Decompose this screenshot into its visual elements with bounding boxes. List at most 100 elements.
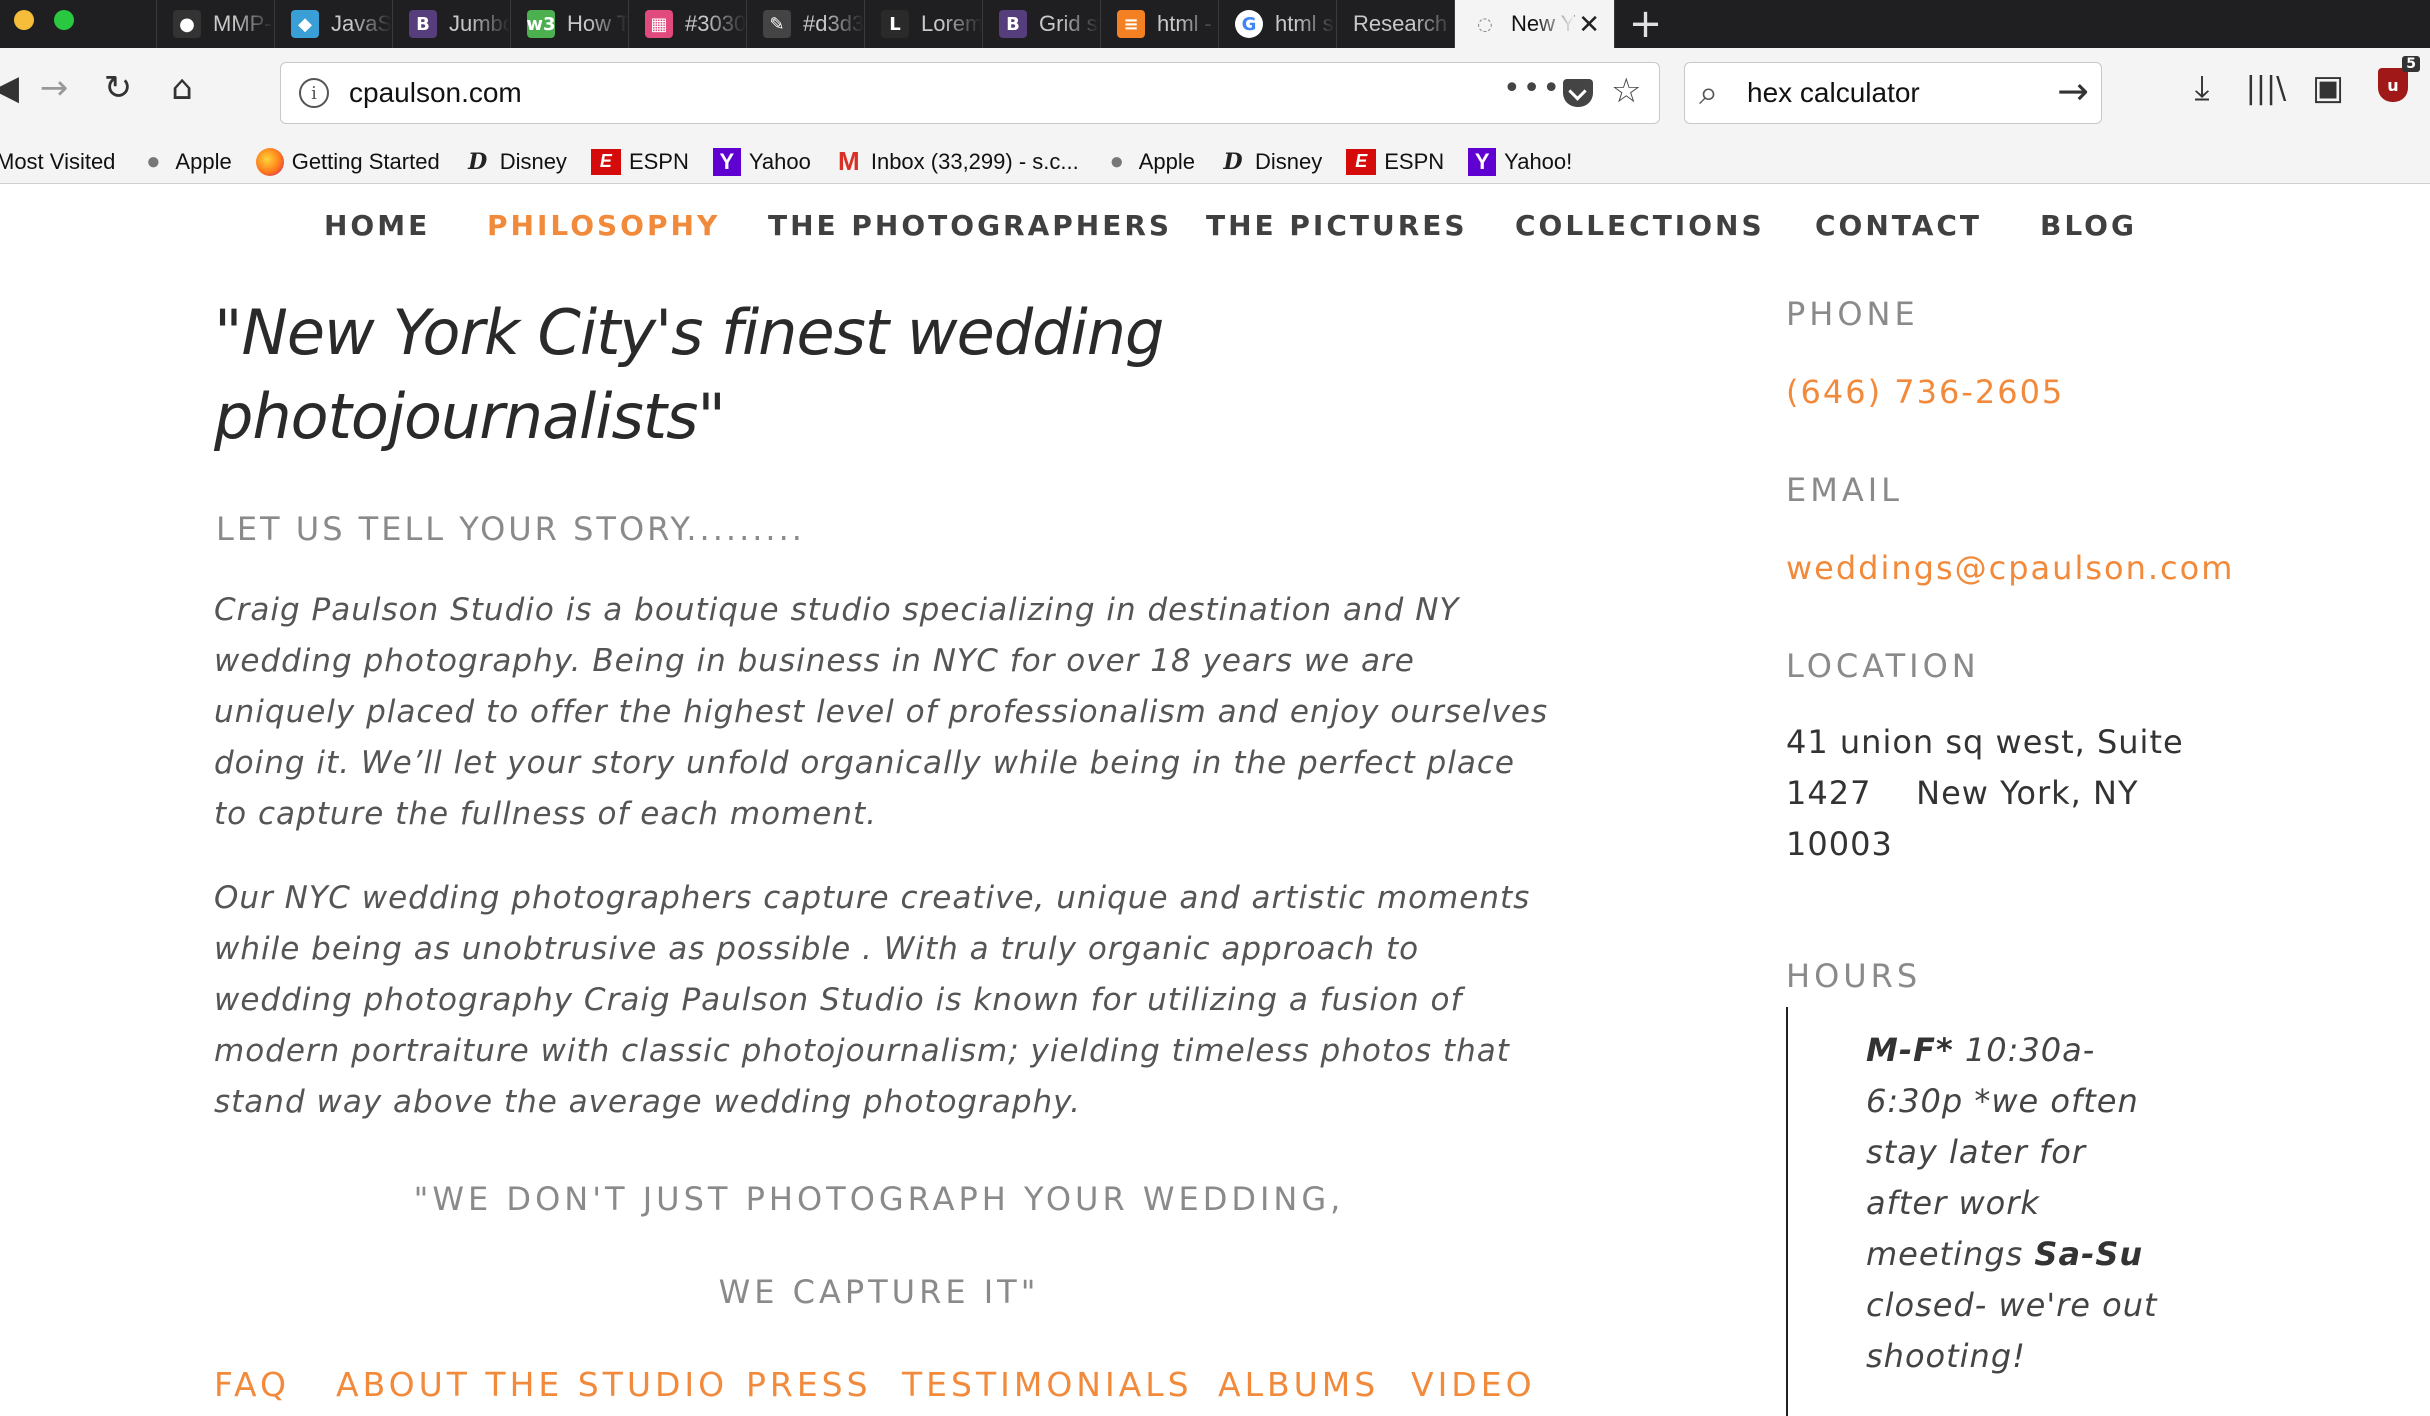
address-bar[interactable]: i cpaulson.com ••• ☆ — [280, 62, 1660, 124]
color-grid-icon: ▦ — [645, 10, 673, 38]
pocket-icon[interactable] — [1563, 79, 1593, 107]
disney-icon: D — [468, 148, 488, 175]
browser-tab[interactable]: ▦#303030 — [628, 0, 746, 48]
page-headline: "New York City's finest wedding photojou… — [214, 296, 1164, 453]
navigation-toolbar: ◀ → ↻ ⌂ i cpaulson.com ••• ☆ ⌕ hex calcu… — [0, 48, 2430, 140]
link-testimonials[interactable]: TESTIMONIALS — [902, 1365, 1193, 1404]
bookmark-item[interactable]: ● Apple — [139, 147, 232, 176]
hours-heading: HOURS — [1786, 957, 1922, 995]
link-faq[interactable]: FAQ — [214, 1365, 290, 1404]
tab-fade — [706, 0, 746, 48]
w3schools-icon: w3 — [526, 10, 556, 38]
bootstrap-icon: B — [409, 10, 437, 38]
nav-contact[interactable]: CONTACT — [1815, 209, 1982, 242]
bookmark-item[interactable]: ● Apple — [1103, 148, 1195, 176]
back-icon[interactable]: ◀ — [0, 68, 26, 108]
browser-tab[interactable]: Research Site — [1336, 0, 1454, 48]
bookmark-item[interactable]: D Disney — [464, 148, 567, 176]
email-link[interactable]: weddings@cpaulson.com — [1786, 549, 2234, 587]
url-text[interactable]: cpaulson.com — [349, 77, 522, 109]
tab-fade — [1178, 0, 1218, 48]
browser-tab[interactable]: Ghtml shov — [1218, 0, 1336, 48]
phone-heading: PHONE — [1786, 295, 1919, 333]
nav-blog[interactable]: BLOG — [2040, 209, 2137, 242]
tab-fade — [234, 0, 274, 48]
link-video[interactable]: VIDEO — [1411, 1365, 1536, 1404]
new-tab-button[interactable]: + — [1614, 0, 1676, 48]
tab-fade — [1534, 0, 1574, 48]
browser-tab[interactable]: ◆JavaScript — [274, 0, 392, 48]
downloads-icon[interactable]: ⤓ — [2182, 68, 2222, 108]
apple-icon: ● — [146, 147, 161, 175]
nav-the-pictures[interactable]: THE PICTURES — [1206, 209, 1468, 242]
sidebar-icon[interactable]: ▣ — [2308, 68, 2348, 108]
bookmark-item[interactable]: M Inbox (33,299) - s.c... — [835, 146, 1079, 176]
bookmark-star-icon[interactable]: ☆ — [1611, 71, 1641, 111]
codepen-icon: ◆ — [291, 10, 319, 38]
nav-collections[interactable]: COLLECTIONS — [1515, 209, 1765, 242]
google-icon: G — [1235, 10, 1263, 38]
browser-tab[interactable]: ✎#d3d3d3 — [746, 0, 864, 48]
reload-icon[interactable]: ↻ — [98, 68, 138, 108]
close-tab-icon[interactable]: ✕ — [1578, 10, 1600, 40]
bookmark-item[interactable]: D Disney — [1219, 148, 1322, 176]
weekday-label: M-F* — [1866, 1031, 1954, 1069]
bookmark-label: ESPN — [1384, 148, 1445, 174]
bookmark-label: Inbox (33,299) - s.c... — [870, 148, 1079, 174]
browser-tab[interactable]: LLorem Ips — [864, 0, 982, 48]
lorem-icon: L — [881, 10, 909, 38]
nav-philosophy[interactable]: PHILOSOPHY — [487, 209, 720, 242]
bookmark-item[interactable]: E ESPN — [590, 148, 689, 175]
search-bar[interactable]: ⌕ hex calculator → — [1684, 62, 2102, 124]
bookmarks-toolbar: Most Visited ● Apple Getting Started D Disney… — [0, 140, 2430, 184]
bookmark-label: Yahoo! — [1504, 148, 1573, 174]
search-icon: ⌕ — [1699, 73, 1719, 113]
bookmark-item[interactable]: Getting Started — [255, 147, 440, 176]
gmail-icon: M — [838, 146, 860, 176]
browser-tab[interactable]: ◌New Y✕ — [1454, 0, 1614, 48]
phone-link[interactable]: (646) 736-2605 — [1786, 373, 2064, 411]
page-actions-icon[interactable]: ••• — [1503, 71, 1562, 106]
story-subheading: LET US TELL YOUR STORY......... — [216, 510, 805, 548]
extension-badge-count: 5 — [2402, 56, 2420, 72]
library-icon[interactable]: |||\ — [2246, 68, 2286, 108]
site-info-icon[interactable]: i — [299, 78, 329, 108]
quote-line-1: "WE DON'T JUST PHOTOGRAPH YOUR WEDDING, — [413, 1180, 1345, 1218]
tab-fade — [588, 0, 628, 48]
home-icon[interactable]: ⌂ — [162, 68, 202, 108]
search-go-icon[interactable]: → — [2057, 69, 2089, 113]
link-about-the-studio[interactable]: ABOUT THE STUDIO — [336, 1365, 728, 1404]
intro-paragraph: Craig Paulson Studio is a boutique studi… — [214, 592, 1549, 832]
bookmark-item[interactable]: Y Yahoo! — [1468, 147, 1573, 176]
bookmark-item[interactable]: Y Yahoo — [712, 147, 811, 176]
location-address: 41 union sq west, Suite 1427 New York, N… — [1786, 723, 2195, 863]
bookmark-item[interactable]: Most Visited — [0, 149, 115, 175]
forward-icon[interactable]: → — [34, 68, 74, 108]
browser-tab[interactable]: ●MMP-200 — [156, 0, 274, 48]
browser-tab[interactable]: ≡html - Ho — [1100, 0, 1218, 48]
disney-icon: D — [1223, 148, 1243, 175]
hours-text: M-F* 10:30a-6:30p *we often stay later f… — [1866, 1025, 2166, 1382]
hours-divider — [1786, 1007, 1788, 1416]
browser-tab[interactable]: BGrid syste — [982, 0, 1100, 48]
zoom-button[interactable] — [54, 10, 74, 30]
site-nav: HOME PHILOSOPHY THE PHOTOGRAPHERS THE PI… — [0, 209, 2430, 249]
minimize-button[interactable] — [14, 10, 34, 30]
ff-icon — [255, 147, 284, 176]
ublock-extension-icon[interactable]: u5 — [2378, 56, 2420, 102]
nav-home[interactable]: HOME — [324, 209, 430, 242]
browser-tab[interactable]: BJumbotron — [392, 0, 510, 48]
bookmark-item[interactable]: E ESPN — [1346, 148, 1445, 175]
search-input[interactable]: hex calculator — [1747, 77, 1920, 109]
tab-fade — [352, 0, 392, 48]
tab-fade — [1296, 0, 1336, 48]
bookmark-label: Apple — [175, 148, 232, 174]
github-icon: ● — [173, 10, 201, 38]
browser-tab[interactable]: w3How To C — [510, 0, 628, 48]
approach-paragraph: Our NYC wedding photographers capture cr… — [214, 880, 1531, 1120]
nav-the-photographers[interactable]: THE PHOTOGRAPHERS — [768, 209, 1172, 242]
location-heading: LOCATION — [1786, 647, 1980, 685]
link-press[interactable]: PRESS — [746, 1365, 872, 1404]
link-albums[interactable]: ALBUMS — [1218, 1365, 1379, 1404]
bookmark-label: Getting Started — [291, 148, 440, 174]
